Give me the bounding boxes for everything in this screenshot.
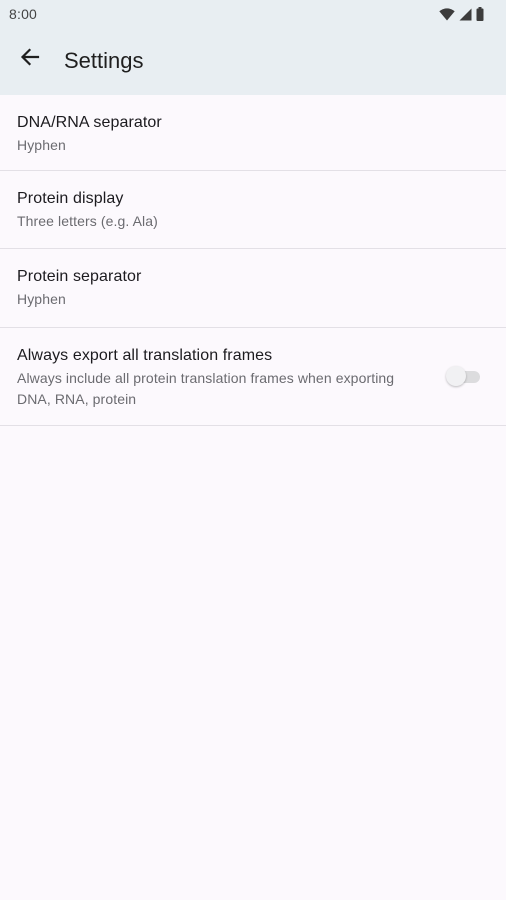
setting-title: DNA/RNA separator	[17, 114, 162, 131]
status-icons	[439, 6, 484, 22]
setting-summary: Always include all protein translation f…	[17, 370, 395, 407]
battery-icon	[476, 7, 484, 21]
wifi-icon	[439, 7, 455, 21]
top-app-bar: Settings	[0, 28, 506, 95]
status-bar: 8:00	[0, 0, 506, 28]
setting-summary: Three letters (e.g. Ala)	[17, 213, 158, 229]
setting-protein-separator[interactable]: Protein separator Hyphen	[0, 249, 506, 328]
arrow-back-icon	[20, 47, 40, 71]
setting-export-all-translation-frames[interactable]: Always export all translation frames Alw…	[0, 328, 506, 426]
export-frames-switch[interactable]	[446, 365, 480, 387]
setting-title: Protein display	[17, 190, 124, 207]
back-button[interactable]	[8, 37, 52, 81]
setting-protein-display[interactable]: Protein display Three letters (e.g. Ala)	[0, 171, 506, 249]
setting-title: Protein separator	[17, 268, 142, 285]
setting-dna-rna-separator[interactable]: DNA/RNA separator Hyphen	[0, 95, 506, 171]
status-time: 8:00	[9, 6, 38, 22]
settings-list: DNA/RNA separator Hyphen Protein display…	[0, 95, 506, 426]
cellular-signal-icon	[459, 8, 472, 21]
setting-summary: Hyphen	[17, 291, 66, 307]
setting-title: Always export all translation frames	[17, 347, 273, 364]
setting-summary: Hyphen	[17, 137, 66, 153]
switch-thumb	[446, 366, 466, 386]
page-title: Settings	[64, 48, 144, 73]
